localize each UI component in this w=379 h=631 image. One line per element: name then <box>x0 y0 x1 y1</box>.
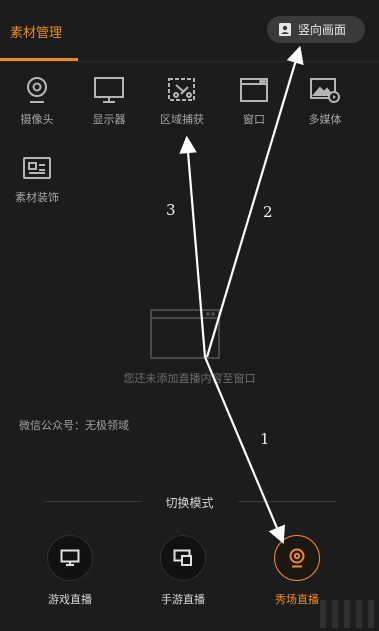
source-media[interactable]: 多媒体 <box>296 75 354 135</box>
webcam-icon <box>20 75 54 105</box>
mode-switch-title: 切换模式 <box>165 496 214 510</box>
portrait-view-label: 竖向画面 <box>298 23 347 37</box>
mode-circle <box>160 535 206 581</box>
source-window[interactable]: 窗口 <box>225 75 283 135</box>
source-webcam[interactable]: 摄像头 <box>8 75 66 135</box>
phone-cast-icon <box>173 549 192 566</box>
mode-mobile-live[interactable]: 手游直播 <box>143 535 223 615</box>
annotation-number-2: 2 <box>263 203 273 221</box>
mode-label-active: 秀场直播 <box>275 593 319 606</box>
source-decoration[interactable]: 素材装饰 <box>8 153 66 213</box>
source-label: 摄像头 <box>20 113 54 126</box>
source-label: 多媒体 <box>308 113 342 126</box>
source-label: 区域捕获 <box>160 113 204 126</box>
tab-material-management[interactable]: 素材管理 <box>10 22 62 41</box>
monitor-icon <box>92 75 126 105</box>
empty-state-text: 您还未添加直播内容至窗口 <box>123 372 256 385</box>
header-bar: 素材管理 竖向画面 <box>0 0 379 62</box>
mode-game-live[interactable]: 游戏直播 <box>30 535 110 615</box>
annotation-number-3: 3 <box>166 201 176 219</box>
corner-watermark <box>320 600 375 628</box>
tab-underline <box>0 58 78 61</box>
source-label: 显示器 <box>92 113 126 126</box>
mode-circle <box>47 535 93 581</box>
mode-circle-active <box>274 535 320 581</box>
portrait-icon <box>279 23 291 36</box>
region-capture-icon <box>165 75 199 105</box>
mode-label: 手游直播 <box>161 593 205 606</box>
portrait-view-button[interactable]: 竖向画面 <box>267 16 365 43</box>
decoration-icon <box>20 153 54 183</box>
monitor-icon <box>60 549 80 566</box>
source-label: 素材装饰 <box>15 191 59 204</box>
source-monitor[interactable]: 显示器 <box>80 75 138 135</box>
annotation-number-1: 1 <box>260 430 270 448</box>
source-region-capture[interactable]: 区域捕获 <box>153 75 211 135</box>
wechat-watermark-text: 微信公众号：无极领域 <box>19 419 129 432</box>
window-icon <box>237 75 271 105</box>
media-icon <box>308 75 342 105</box>
mode-label: 游戏直播 <box>48 593 92 606</box>
empty-window-icon <box>150 309 220 359</box>
source-label: 窗口 <box>243 113 265 126</box>
webcam-icon <box>289 548 305 568</box>
